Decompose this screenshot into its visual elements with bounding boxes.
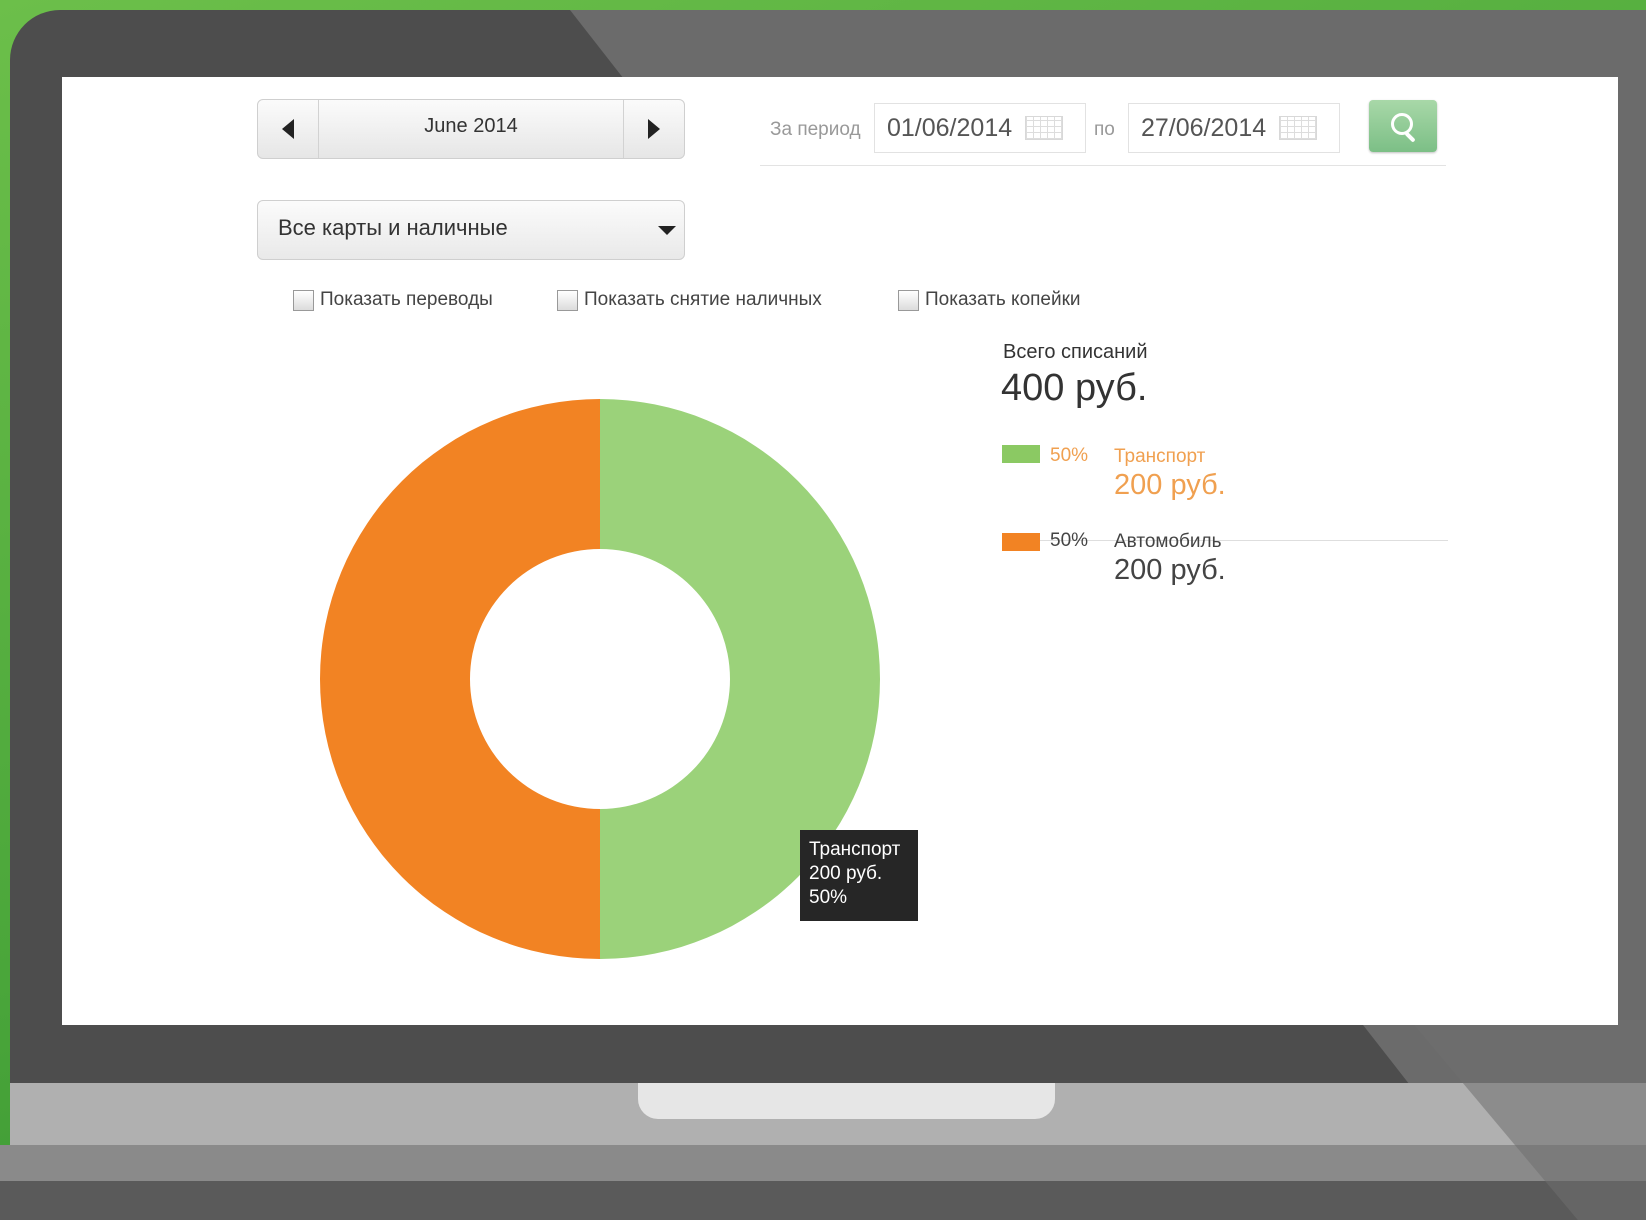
search-button[interactable] (1369, 100, 1437, 152)
legend-name: Автомобиль (1114, 531, 1222, 552)
laptop-bottom (0, 1145, 1646, 1181)
tooltip-category: Транспорт (809, 839, 901, 860)
chevron-left-icon (282, 119, 294, 139)
legend-swatch (1002, 445, 1040, 463)
card-select-dropdown[interactable]: Все карты и наличные (257, 200, 685, 260)
next-month-button[interactable] (623, 100, 684, 158)
checkbox-box[interactable] (898, 289, 919, 311)
total-label: Всего списаний (1003, 341, 1148, 363)
date-from-field[interactable]: 01/06/2014 (874, 103, 1086, 153)
checkbox-label: Показать снятие наличных (584, 289, 822, 310)
chevron-down-icon (658, 226, 676, 235)
month-navigator: June 2014 (257, 99, 685, 159)
show-transfers-checkbox[interactable]: Показать переводы (293, 289, 493, 311)
show-kopecks-checkbox[interactable]: Показать копейки (898, 289, 1081, 311)
date-to-field[interactable]: 27/06/2014 (1128, 103, 1340, 153)
legend-swatch (1002, 533, 1040, 551)
date-to-value: 27/06/2014 (1141, 114, 1267, 142)
app-screen: June 2014 За период 01/06/2014 по 27/06/… (62, 77, 1618, 1025)
period-selector: За период 01/06/2014 по 27/06/2014 (760, 97, 1446, 166)
prev-month-button[interactable] (258, 100, 319, 158)
calendar-icon[interactable] (1279, 116, 1317, 140)
period-label: За период (770, 119, 861, 140)
donut-slice-auto[interactable] (320, 399, 600, 959)
legend-amount: 200 руб. (1114, 554, 1226, 586)
laptop-notch (638, 1083, 1055, 1119)
total-value: 400 руб. (1001, 367, 1148, 409)
current-month: June 2014 (424, 115, 518, 137)
to-label: по (1094, 119, 1115, 140)
legend-amount: 200 руб. (1114, 469, 1226, 501)
card-select-value: Все карты и наличные (278, 215, 508, 240)
legend-percent: 50% (1050, 530, 1089, 551)
calendar-icon[interactable] (1025, 116, 1063, 140)
checkbox-box[interactable] (293, 289, 314, 311)
date-from-value: 01/06/2014 (887, 114, 1013, 142)
legend-percent: 50% (1050, 445, 1089, 466)
tooltip-amount: 200 руб. (809, 863, 883, 884)
checkbox-label: Показать копейки (925, 289, 1081, 310)
legend-name: Транспорт (1114, 446, 1206, 467)
tooltip-percent: 50% (809, 887, 848, 908)
chevron-right-icon (648, 119, 660, 139)
chart-tooltip: Транспорт 200 руб. 50% (800, 830, 918, 921)
show-cash-withdrawal-checkbox[interactable]: Показать снятие наличных (557, 289, 822, 311)
checkbox-box[interactable] (557, 289, 578, 311)
checkbox-label: Показать переводы (320, 289, 493, 310)
